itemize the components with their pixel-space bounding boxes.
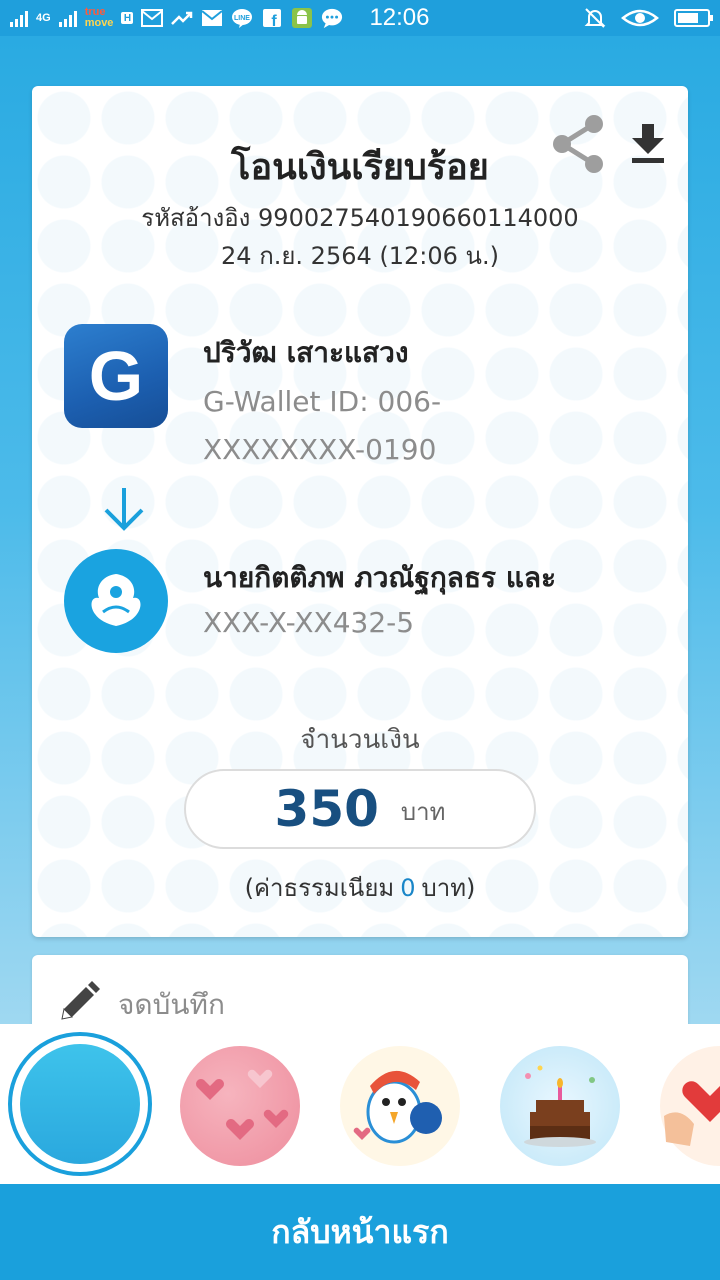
g-wallet-logo: G: [64, 324, 168, 428]
battery-icon: [674, 9, 713, 27]
theme-hearts[interactable]: [180, 1046, 300, 1166]
pencil-icon: [61, 981, 100, 1020]
hearts-icon: [196, 1069, 289, 1140]
theme-blue[interactable]: [8, 1032, 152, 1176]
page-title: โอนเงินเรียบร้อย: [231, 147, 489, 188]
h-badge-icon: H: [121, 12, 134, 24]
eye-icon: [620, 8, 660, 28]
fee-value: 0: [400, 874, 416, 902]
bird-emblem-icon: [91, 574, 141, 626]
theme-selector: [0, 1024, 720, 1184]
memo-label: จดบันทึก: [118, 988, 225, 1021]
sender-name: ปริวัฒ เสาะแสวง: [203, 336, 409, 369]
amount-box: 350 บาท: [184, 769, 536, 849]
amount-label: จำนวนเงิน: [300, 725, 420, 755]
sender-wallet-id: G-Wallet ID: 006- XXXXXXXX-0190: [203, 385, 442, 466]
svg-text:f: f: [272, 13, 278, 27]
chat-icon: [321, 8, 343, 29]
facebook-icon: f: [261, 8, 283, 28]
transaction-datetime: 24 ก.ย. 2564 (12:06 น.): [221, 242, 499, 270]
network-type: 4G: [36, 12, 51, 24]
signal-icon: [10, 9, 28, 27]
carrier-logo: true move: [84, 6, 114, 29]
line-icon: LINE: [231, 8, 253, 28]
arrow-down-icon: [104, 488, 144, 531]
status-bar: 4G true move H LINE f 12:06: [0, 0, 720, 36]
mute-icon: [584, 8, 606, 28]
back-to-home-button[interactable]: กลับหน้าแรก: [0, 1184, 720, 1280]
clock: 12:06: [369, 4, 430, 31]
hand-heart-icon: [664, 1081, 720, 1146]
reference-number: รหัสอ้างอิง 990027540190660114000: [141, 204, 579, 232]
mail-icon: [201, 8, 224, 28]
receiver-name: นายกิตติภพ ภวณัฐกุลธร และ: [203, 561, 557, 594]
trend-icon: [171, 8, 193, 28]
android-icon: [291, 8, 313, 28]
receiver-account: XXX-X-XX432-5: [203, 606, 415, 639]
amount-currency: บาท: [400, 797, 446, 826]
kbank-logo: [64, 549, 168, 653]
amount-value: 350: [274, 780, 379, 838]
receipt-card: โอนเงินเรียบร้อย รหัสอ้างอิง 99002754019…: [32, 86, 688, 937]
cake-icon: [524, 1065, 596, 1147]
fee-text: (ค่าธรรมเนียม 0 บาท): [244, 874, 476, 902]
theme-bird[interactable]: [340, 1046, 460, 1166]
svg-text:LINE: LINE: [234, 15, 250, 22]
theme-hand[interactable]: [660, 1046, 720, 1166]
signal-icon-2: [58, 9, 77, 27]
theme-cake[interactable]: [500, 1046, 620, 1166]
gmail-icon: [141, 8, 164, 28]
bird-mascot-icon: [353, 1070, 442, 1144]
